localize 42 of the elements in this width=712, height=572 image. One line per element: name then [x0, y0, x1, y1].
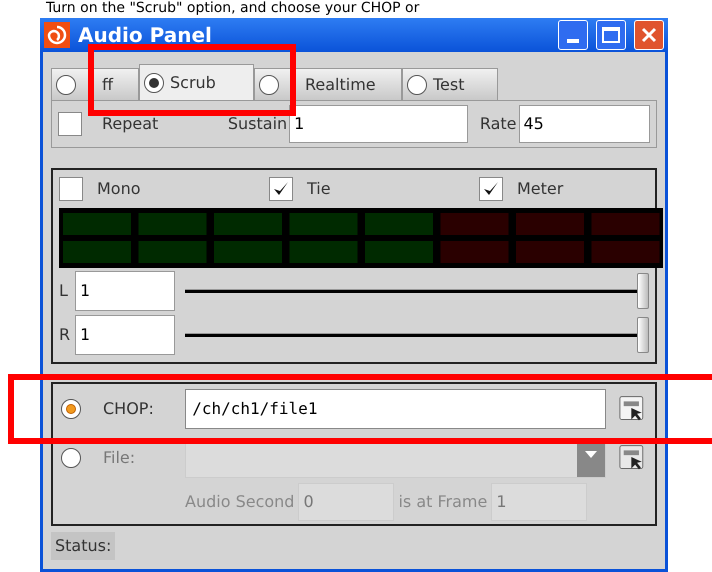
channel-label: R — [59, 324, 72, 346]
radio-button[interactable] — [144, 72, 164, 92]
sustain-label: Sustain — [228, 113, 288, 135]
rate-field[interactable]: 45 — [518, 105, 650, 143]
checkbox[interactable] — [59, 177, 83, 201]
mode-tab[interactable]: ff — [51, 68, 139, 100]
audio-second-label: Audio Second — [185, 491, 294, 513]
maximize-button[interactable] — [596, 20, 626, 50]
radio-button[interactable] — [259, 74, 279, 94]
gain-slider[interactable] — [185, 315, 649, 355]
close-button[interactable] — [634, 20, 664, 50]
close-icon — [641, 27, 657, 43]
source-label: CHOP: — [103, 398, 155, 420]
slider-handle[interactable] — [637, 273, 649, 309]
app-logo-icon — [44, 22, 70, 48]
gain-slider[interactable] — [185, 271, 649, 311]
mode-tab[interactable]: Test — [402, 68, 498, 100]
radio-button[interactable] — [407, 74, 427, 94]
rate-label: Rate — [480, 113, 516, 135]
chop-path-field[interactable]: /ch/ch1/file1 — [185, 389, 606, 429]
sustain-field[interactable]: 1 — [289, 105, 468, 143]
option-label: Tie — [307, 178, 331, 200]
checkbox[interactable] — [479, 177, 503, 201]
option-label: Meter — [517, 178, 564, 200]
minimize-button[interactable] — [558, 20, 588, 50]
window-title: Audio Panel — [78, 22, 213, 49]
mode-tab[interactable]: Scrub — [139, 64, 254, 100]
option-label: Mono — [97, 178, 141, 200]
checkbox[interactable] — [269, 177, 293, 201]
mode-tab[interactable]: Realtime — [254, 68, 402, 100]
radio-button[interactable] — [56, 74, 76, 94]
gain-field[interactable]: 1 — [75, 271, 175, 311]
status-label: Status: — [51, 532, 116, 560]
frame-label: is at Frame — [398, 491, 488, 513]
gain-field[interactable]: 1 — [75, 315, 175, 355]
source-label: File: — [103, 447, 136, 469]
slider-handle[interactable] — [637, 317, 649, 353]
checkbox[interactable] — [58, 112, 82, 136]
radio-button[interactable] — [61, 399, 81, 419]
caption-text: Turn on the "Scrub" option, and choose your CHOP or — [46, 0, 420, 16]
channel-label: L — [59, 280, 69, 302]
repeat-label: Repeat — [102, 113, 160, 135]
